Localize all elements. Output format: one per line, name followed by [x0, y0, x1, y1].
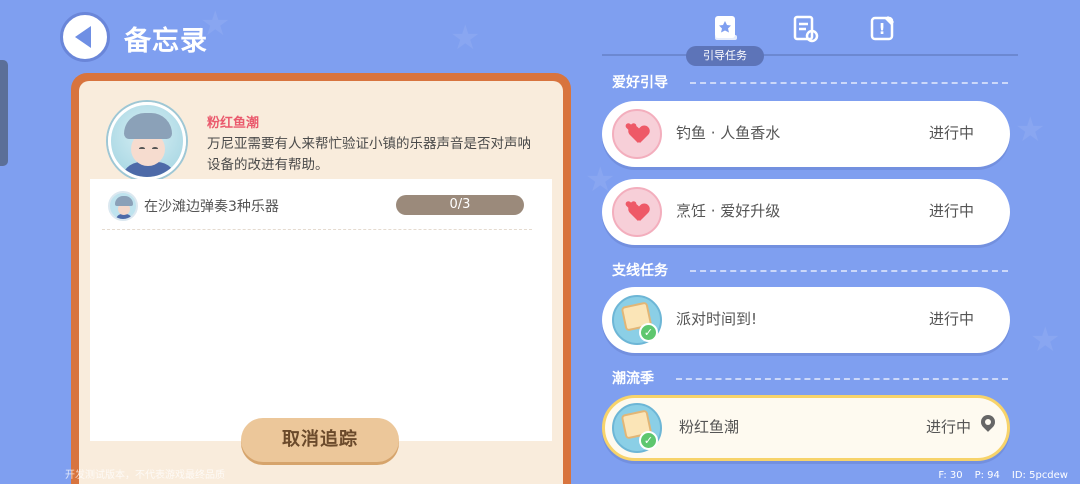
divider — [102, 229, 532, 230]
quest-item[interactable]: 烹饪 · 爱好升级 进行中 — [602, 179, 1010, 245]
background-star-icon: ★ — [450, 18, 481, 58]
quest-item[interactable]: 钓鱼 · 人鱼香水 进行中 — [602, 101, 1010, 167]
quest-description: 万尼亚需要有人来帮忙验证小镇的乐器声音是否对声呐设备的改进有帮助。 — [207, 136, 531, 173]
section-divider — [690, 270, 1008, 272]
quest-item-tracked[interactable]: ✓ 粉红鱼潮 进行中 — [602, 395, 1010, 461]
back-button[interactable] — [60, 12, 110, 62]
svg-text:!: ! — [879, 20, 886, 38]
tab-divider — [602, 54, 1018, 56]
quest-name: 派对时间到! — [676, 310, 758, 328]
background-star-icon: ★ — [1030, 320, 1061, 360]
debug-stats: F: 30 P: 94 ID: 5pcdew — [938, 470, 1068, 481]
quest-status: 进行中 — [928, 310, 974, 328]
quest-item[interactable]: ✓ 派对时间到! 进行中 — [602, 287, 1010, 353]
quest-name: 粉红鱼潮 — [679, 418, 740, 436]
scroll-check-icon: ✓ — [612, 295, 662, 345]
left-edge-tab[interactable] — [0, 60, 8, 166]
section-title: 支线任务 — [612, 263, 668, 279]
quest-book-icon[interactable]: ! — [868, 13, 898, 43]
quest-status: 进行中 — [928, 202, 974, 220]
quest-name: 烹饪 · 爱好升级 — [676, 202, 781, 220]
task-list: 在沙滩边弹奏3种乐器 0/3 — [90, 179, 552, 441]
quest-detail-card: 粉红鱼潮 万尼亚需要有人来帮忙验证小镇的乐器声音是否对声呐设备的改进有帮助。 在… — [71, 73, 571, 484]
quest-name: 钓鱼 · 人鱼香水 — [676, 124, 781, 142]
task-progress-bar: 0/3 — [396, 195, 524, 215]
clipboard-icon[interactable] — [790, 13, 820, 43]
ping-readout: P: 94 — [974, 470, 1000, 481]
npc-name: 粉红鱼潮 — [207, 116, 260, 131]
background-star-icon: ★ — [1015, 110, 1046, 150]
scroll-check-icon: ✓ — [612, 403, 662, 453]
tab-guide-quests[interactable]: 引导任务 — [686, 46, 764, 66]
guide-book-icon[interactable] — [711, 13, 741, 43]
build-notice: 开发测试版本，不代表游戏最终品质 — [65, 470, 225, 481]
fps-readout: F: 30 — [938, 470, 963, 481]
npc-avatar — [108, 102, 186, 180]
section-divider — [676, 378, 1008, 380]
back-arrow-icon — [75, 26, 91, 48]
player-id: ID: 5pcdew — [1011, 470, 1068, 481]
location-pin-icon[interactable] — [981, 415, 995, 435]
hearts-icon — [612, 187, 662, 237]
task-label: 在沙滩边弹奏3种乐器 — [144, 199, 279, 215]
hearts-icon — [612, 109, 662, 159]
section-divider — [690, 82, 1008, 84]
section-title: 爱好引导 — [612, 75, 668, 91]
page-title: 备忘录 — [124, 26, 208, 57]
cancel-tracking-button[interactable]: 取消追踪 — [241, 418, 399, 462]
npc-mini-avatar — [108, 191, 138, 221]
section-title: 潮流季 — [612, 371, 654, 387]
quest-status: 进行中 — [928, 124, 974, 142]
quest-status: 进行中 — [925, 418, 971, 436]
